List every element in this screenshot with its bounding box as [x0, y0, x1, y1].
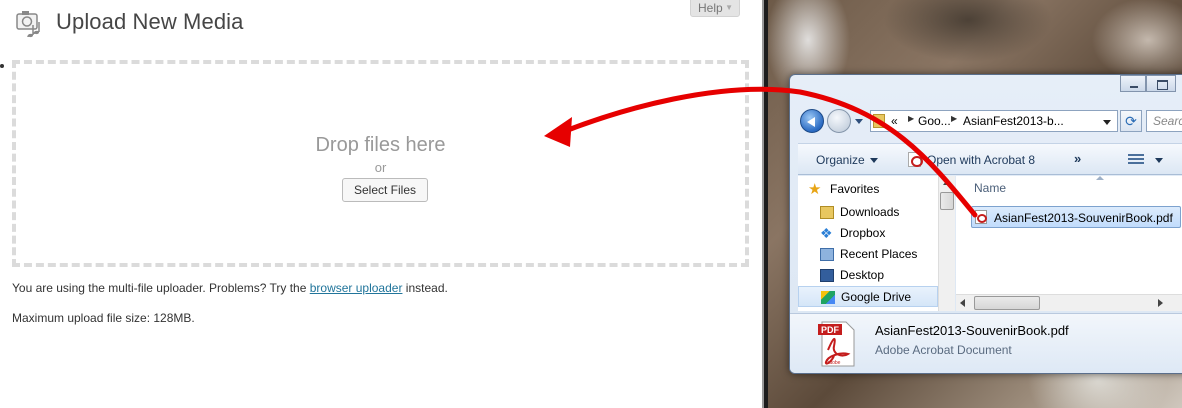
nav-item-google-drive[interactable]: Google Drive — [798, 286, 938, 307]
acrobat-icon[interactable] — [908, 152, 923, 167]
media-library-icon — [16, 11, 40, 38]
details-file-type: Adobe Acrobat Document — [875, 343, 1012, 357]
nav-scrollbar[interactable] — [938, 176, 955, 311]
or-text: or — [374, 160, 387, 175]
drop-files-text: Drop files here — [315, 134, 446, 156]
folder-icon — [873, 114, 885, 128]
help-label: Help — [698, 1, 723, 15]
select-files-button[interactable]: Select Files — [342, 178, 428, 202]
minimize-button[interactable] — [1120, 75, 1146, 92]
browser-uploader-link[interactable]: browser uploader — [310, 281, 403, 295]
uploader-note-prefix: You are using the multi-file uploader. P… — [12, 281, 307, 295]
recent-pages-dropdown-icon[interactable] — [855, 119, 863, 124]
maximize-button[interactable] — [1146, 75, 1176, 92]
chevron-down-icon[interactable] — [1155, 158, 1163, 163]
file-name: AsianFest2013-SouvenirBook.pdf — [994, 211, 1173, 225]
nav-item-label: Downloads — [840, 205, 900, 219]
scrollbar-thumb[interactable] — [940, 192, 954, 210]
file-list-pane: Name AsianFest2013-SouvenirBook.pdf — [956, 176, 1182, 311]
favorites-star-icon: ★ — [808, 181, 822, 198]
favorites-heading[interactable]: Favorites — [830, 182, 879, 196]
nav-item-label: Dropbox — [840, 226, 886, 240]
recent-places-icon — [820, 248, 834, 261]
scroll-left-icon[interactable] — [960, 299, 965, 307]
scroll-right-icon[interactable] — [1158, 299, 1163, 307]
address-dropdown-icon[interactable] — [1103, 120, 1111, 125]
column-header-name[interactable]: Name — [974, 181, 1006, 195]
scroll-up-icon[interactable] — [943, 180, 951, 185]
bullet-mark — [0, 64, 4, 68]
page-title: Upload New Media — [56, 9, 244, 34]
more-commands-button[interactable]: » — [1074, 151, 1081, 166]
explorer-navbar: « ▶ Goo... ▶ AsianFest2013-b... ⟳ Searc — [790, 103, 1182, 137]
desktop-icon — [820, 269, 834, 282]
forward-button[interactable] — [827, 109, 851, 133]
dropbox-icon: ❖ — [820, 225, 833, 241]
sort-indicator-icon — [1096, 176, 1104, 180]
organize-button[interactable]: Organize — [816, 153, 865, 167]
scrollbar-thumb[interactable] — [974, 296, 1040, 310]
uploader-note-suffix: instead. — [405, 281, 448, 295]
breadcrumb-separator-icon[interactable]: ▶ — [951, 114, 957, 123]
explorer-toolbar: Organize Open with Acrobat 8 » — [798, 143, 1182, 175]
address-bar[interactable]: « ▶ Goo... ▶ AsianFest2013-b... — [870, 110, 1118, 132]
breadcrumb-current-folder[interactable]: AsianFest2013-b... — [963, 114, 1064, 128]
search-input[interactable]: Searc — [1146, 110, 1182, 132]
chevron-down-icon[interactable] — [870, 158, 878, 163]
navigation-pane: ★ Favorites Downloads ❖ Dropbox Recent P… — [798, 176, 955, 311]
explorer-titlebar[interactable] — [790, 75, 1182, 101]
help-button[interactable]: Help ▼ — [690, 0, 740, 17]
address-overflow[interactable]: « — [891, 114, 898, 128]
acrobat-document-icon: PDF Adobe — [818, 321, 855, 367]
max-upload-size: Maximum upload file size: 128MB. — [12, 311, 195, 325]
nav-item-dropbox[interactable]: ❖ Dropbox — [798, 223, 938, 244]
chevron-down-icon: ▼ — [725, 3, 733, 12]
explorer-window: « ▶ Goo... ▶ AsianFest2013-b... ⟳ Searc … — [789, 74, 1182, 374]
pdf-file-icon — [975, 210, 987, 224]
change-view-icon[interactable] — [1128, 154, 1144, 166]
refresh-icon[interactable]: ⟳ — [1120, 110, 1142, 132]
back-button[interactable] — [800, 109, 824, 133]
nav-item-recent-places[interactable]: Recent Places — [798, 244, 938, 265]
open-with-acrobat-button[interactable]: Open with Acrobat 8 — [927, 153, 1035, 167]
nav-item-label: Desktop — [840, 268, 885, 282]
nav-item-label: Recent Places — [840, 247, 918, 261]
wordpress-upload-panel: Upload New Media Help ▼ Drop files here … — [0, 0, 762, 408]
nav-item-desktop[interactable]: Desktop — [798, 265, 938, 286]
google-drive-icon — [821, 291, 835, 304]
uploader-note: You are using the multi-file uploader. P… — [12, 281, 448, 295]
breadcrumb-separator-icon[interactable]: ▶ — [908, 114, 914, 123]
breadcrumb-google-drive[interactable]: Goo... — [918, 114, 951, 128]
nav-item-label: Google Drive — [841, 290, 912, 304]
nav-item-downloads[interactable]: Downloads — [798, 202, 938, 223]
downloads-folder-icon — [820, 206, 834, 219]
details-pane: PDF Adobe AsianFest2013-SouvenirBook.pdf… — [790, 313, 1182, 373]
drop-zone[interactable]: Drop files here or Select Files — [12, 60, 749, 267]
pdf-badge-text: PDF — [821, 325, 840, 335]
adobe-brand-text: Adobe — [826, 360, 841, 366]
horizontal-scrollbar[interactable] — [956, 294, 1182, 311]
details-file-name: AsianFest2013-SouvenirBook.pdf — [875, 323, 1069, 338]
file-list-item[interactable]: AsianFest2013-SouvenirBook.pdf — [971, 206, 1181, 228]
